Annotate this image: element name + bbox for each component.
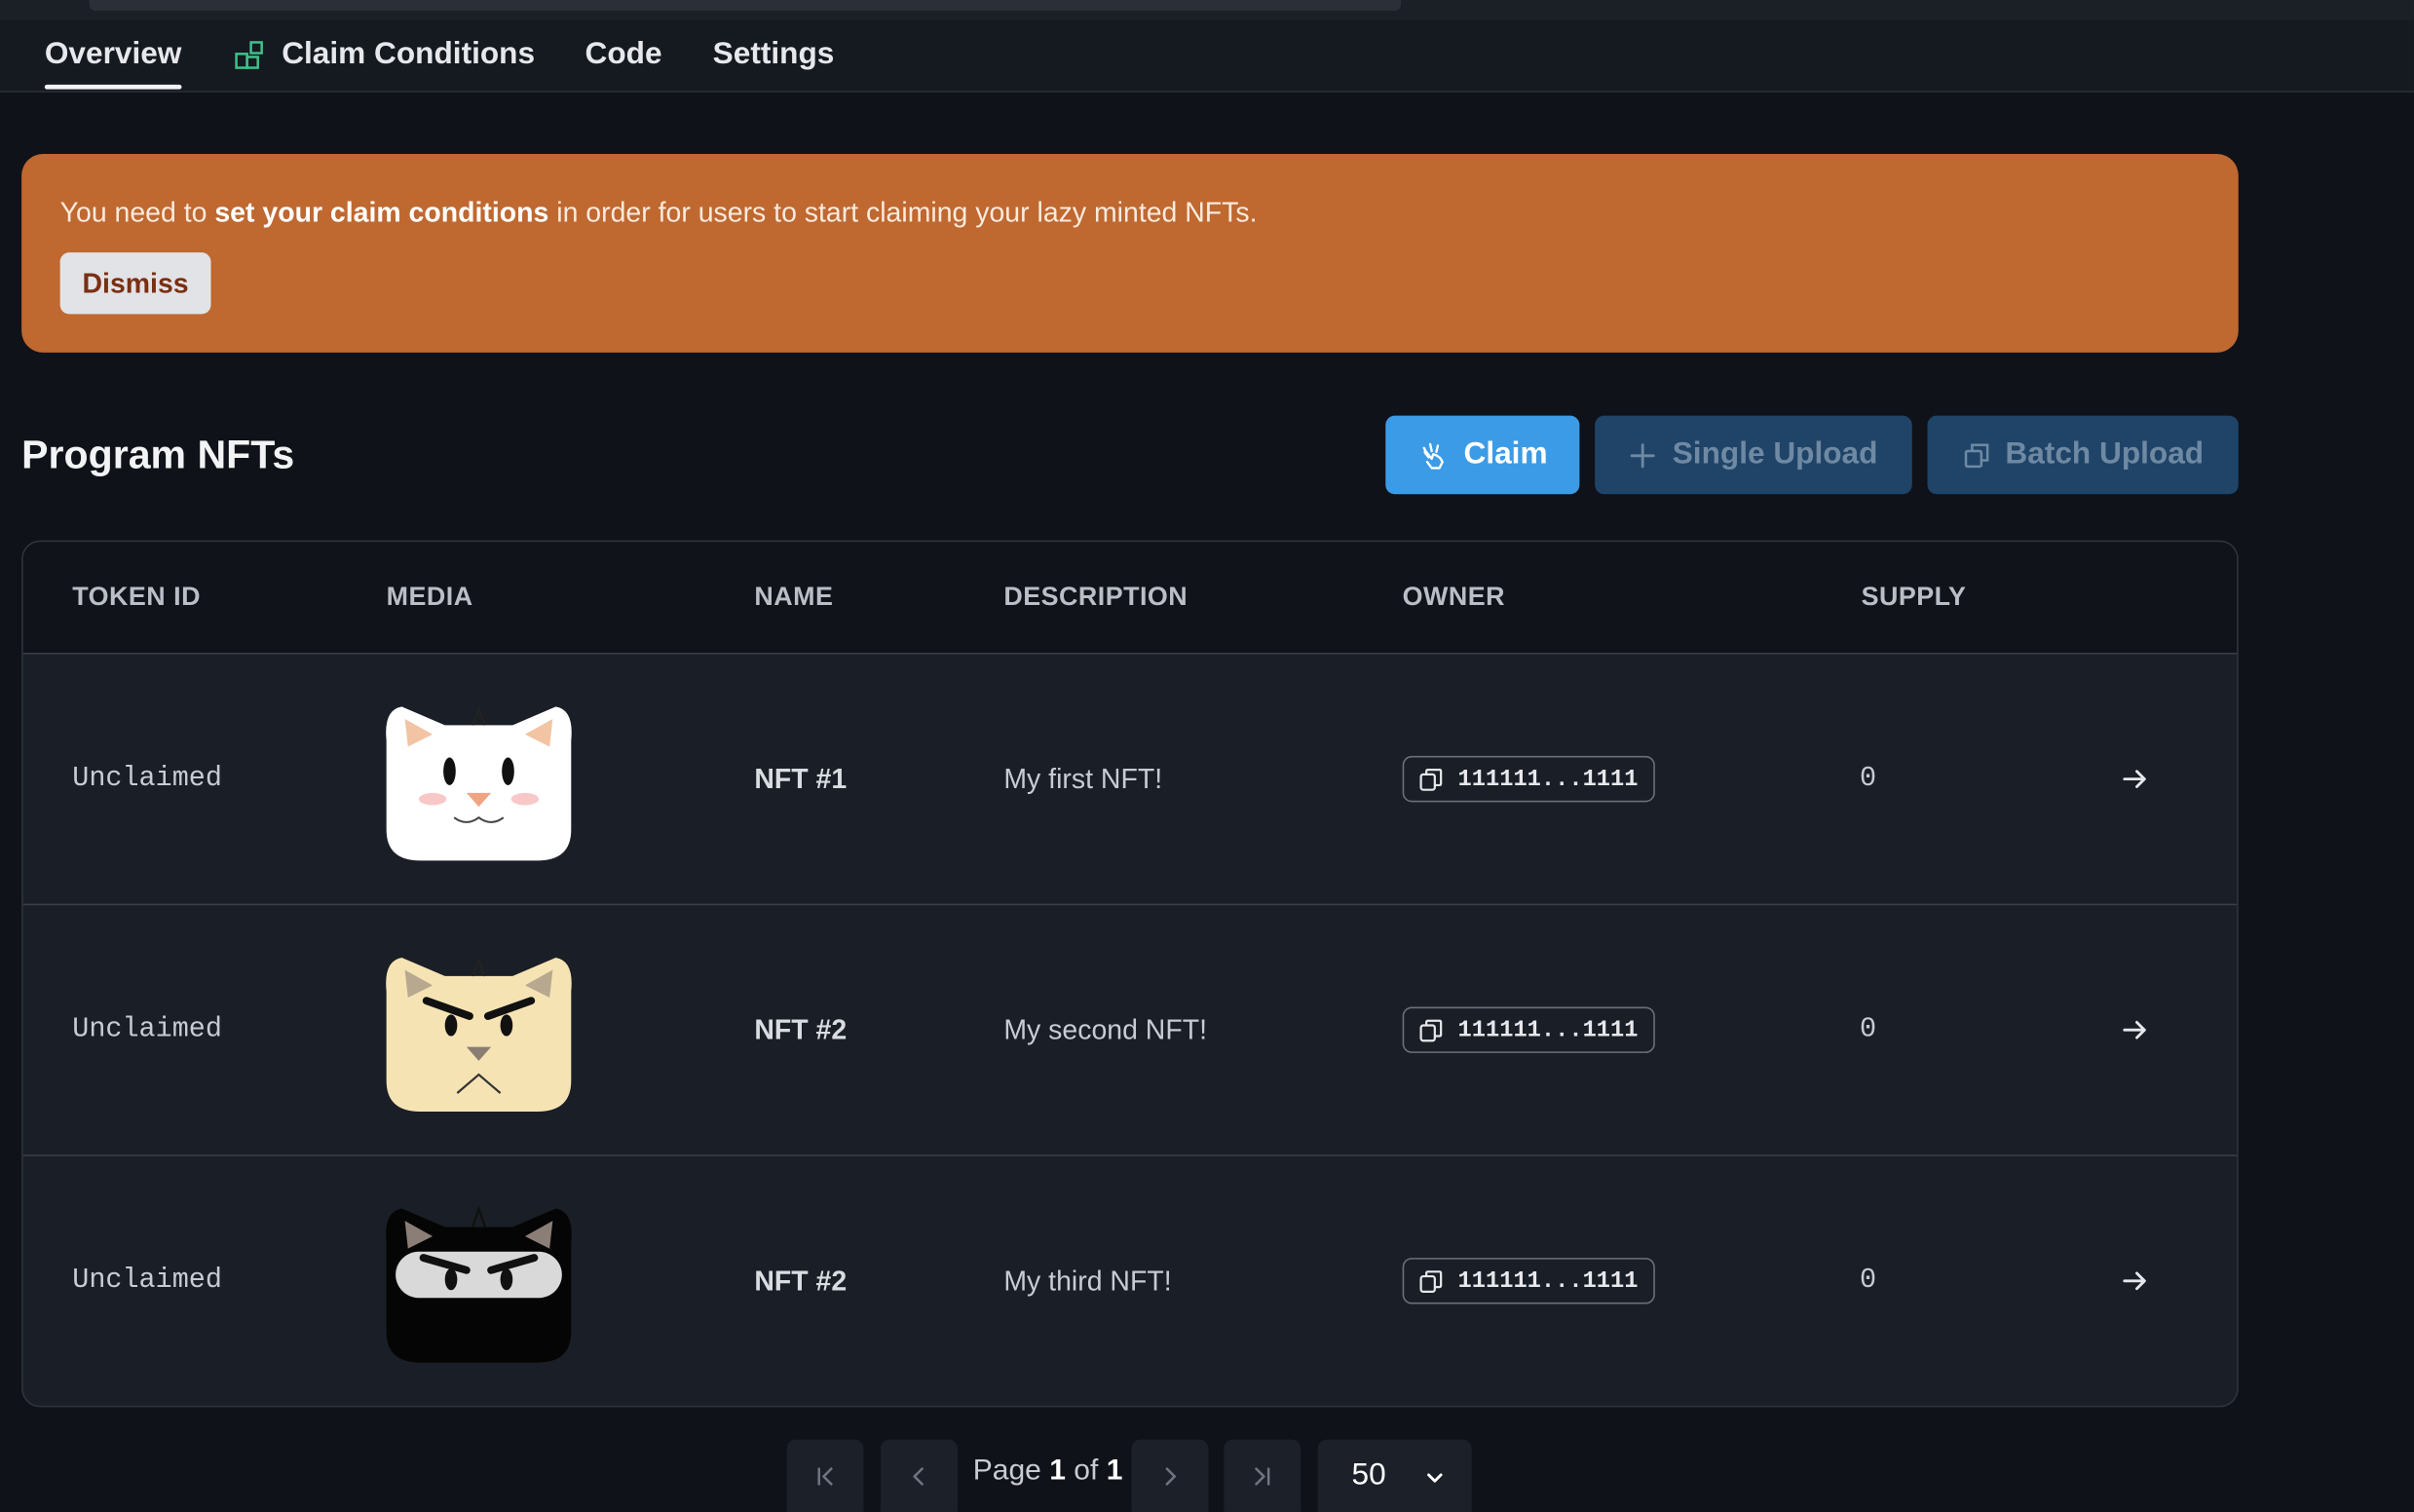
copy-icon — [1419, 1269, 1443, 1293]
dismiss-button[interactable]: Dismiss — [59, 252, 211, 315]
tab-claim-conditions[interactable]: Claim Conditions — [234, 20, 535, 90]
owner-cell: 111111...1111 — [1402, 655, 1655, 904]
first-page-button[interactable] — [786, 1439, 864, 1512]
nft-table: TOKEN ID MEDIA NAME DESCRIPTION OWNER SU… — [21, 540, 2239, 1408]
owner-address-copy-button[interactable]: 111111...1111 — [1402, 1258, 1655, 1304]
batch-upload-label: Batch Upload — [2005, 436, 2205, 472]
claim-conditions-banner: You need to set your claim conditions in… — [21, 154, 2239, 353]
chevron-down-icon — [1427, 1473, 1443, 1483]
tab-code[interactable]: Code — [585, 20, 662, 90]
last-page-icon — [1255, 1466, 1270, 1485]
description-cell: My first NFT! — [1003, 763, 1163, 794]
banner-text-after: in order for users to start claiming you… — [548, 197, 1258, 228]
media-cell — [383, 905, 574, 1154]
chevron-right-icon — [1165, 1466, 1177, 1485]
name-cell: NFT #2 — [754, 1013, 848, 1045]
last-page-button[interactable] — [1224, 1439, 1301, 1512]
supply-cell: 0 — [1860, 763, 1877, 795]
hand-pointer-icon — [1422, 441, 1444, 469]
arrow-right-icon[interactable] — [2120, 655, 2151, 904]
tab-settings[interactable]: Settings — [713, 20, 835, 90]
cream-cat-nft-image — [386, 957, 572, 1112]
table-header: TOKEN ID MEDIA NAME DESCRIPTION OWNER SU… — [22, 542, 2238, 655]
header-media[interactable]: MEDIA — [387, 542, 473, 653]
owner-address: 111111...1111 — [1457, 766, 1639, 793]
header-supply[interactable]: SUPPLY — [1862, 542, 1967, 653]
page-size-select[interactable]: 50 — [1317, 1439, 1472, 1512]
plus-icon — [1631, 442, 1656, 468]
header-description[interactable]: DESCRIPTION — [1003, 542, 1188, 653]
token-id-cell: Unclaimed — [72, 1266, 222, 1297]
next-page-button[interactable] — [1131, 1439, 1209, 1512]
batch-upload-button[interactable]: Batch Upload — [1927, 415, 2239, 495]
media-cell — [383, 1156, 574, 1406]
copy-stack-icon — [1964, 442, 1988, 468]
token-id-cell: Unclaimed — [72, 763, 222, 795]
first-page-icon — [817, 1466, 833, 1485]
arrow-right-icon[interactable] — [2120, 1156, 2151, 1406]
page-size-value: 50 — [1351, 1457, 1386, 1493]
tab-bar: Overview Claim Conditions Code Settings — [0, 19, 2414, 93]
app-root: Overview Claim Conditions Code Settings … — [0, 0, 2414, 1512]
section-title: Program NFTs — [21, 431, 295, 477]
name-cell: NFT #2 — [754, 1265, 848, 1296]
chevron-left-icon — [913, 1466, 924, 1485]
table-row[interactable]: Unclaimed NFT #2 My second NFT! 111111..… — [22, 905, 2238, 1156]
owner-address: 111111...1111 — [1457, 1016, 1639, 1043]
tab-overview[interactable]: Overview — [44, 20, 182, 90]
previous-page-button[interactable] — [880, 1439, 958, 1512]
tab-label: Code — [585, 36, 662, 71]
arrow-right-icon[interactable] — [2120, 905, 2151, 1154]
token-id-cell: Unclaimed — [72, 1014, 222, 1046]
single-upload-button[interactable]: Single Upload — [1595, 415, 1912, 495]
tab-label: Settings — [712, 36, 835, 71]
header-name[interactable]: NAME — [754, 542, 833, 653]
supply-cell: 0 — [1860, 1014, 1877, 1046]
banner-text-before: You need to — [59, 197, 215, 228]
description-cell: My second NFT! — [1003, 1013, 1208, 1045]
copy-icon — [1419, 768, 1443, 791]
banner-text-bold[interactable]: set your claim conditions — [214, 197, 548, 228]
current-page: 1 — [1049, 1455, 1066, 1488]
supply-cell: 0 — [1860, 1266, 1877, 1297]
claim-label: Claim — [1463, 436, 1548, 472]
page-word: Page — [972, 1455, 1041, 1488]
copy-icon — [1419, 1018, 1443, 1041]
owner-cell: 111111...1111 — [1402, 905, 1655, 1154]
ninja-cat-nft-image — [386, 1204, 572, 1363]
window-top-bar — [0, 0, 2414, 22]
of-word: of — [1074, 1455, 1099, 1488]
table-row[interactable]: Unclaimed NFT #2 My third NFT! 111111...… — [23, 1156, 2237, 1406]
owner-address-copy-button[interactable]: 111111...1111 — [1402, 1006, 1655, 1053]
tab-label: Claim Conditions — [282, 36, 536, 71]
single-upload-label: Single Upload — [1672, 436, 1878, 472]
table-row[interactable]: Unclaimed NFT #1 My first NFT! 111111...… — [22, 655, 2238, 906]
total-pages: 1 — [1106, 1455, 1123, 1488]
owner-address: 111111...1111 — [1457, 1267, 1639, 1295]
description-cell: My third NFT! — [1003, 1265, 1172, 1296]
banner-message: You need to set your claim conditions in… — [60, 197, 1258, 229]
claim-button[interactable]: Claim — [1385, 415, 1580, 495]
header-token-id[interactable]: TOKEN ID — [72, 542, 201, 653]
owner-cell: 111111...1111 — [1402, 1156, 1655, 1406]
owner-address-copy-button[interactable]: 111111...1111 — [1402, 755, 1655, 803]
tab-label: Overview — [44, 36, 182, 71]
header-owner[interactable]: OWNER — [1403, 542, 1505, 653]
name-cell: NFT #1 — [754, 763, 848, 794]
media-cell — [383, 655, 574, 904]
blocks-icon — [235, 40, 263, 69]
white-cat-nft-image — [386, 706, 572, 861]
page-indicator: Page 1 of 1 — [973, 1455, 1123, 1489]
horizontal-scrollbar[interactable] — [89, 0, 1402, 12]
